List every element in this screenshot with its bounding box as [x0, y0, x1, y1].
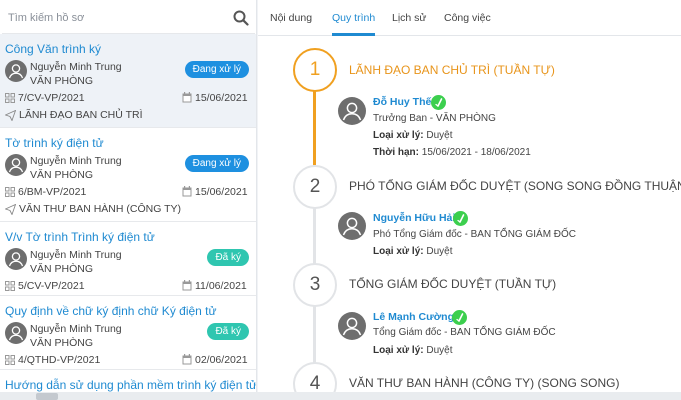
- document-department: VĂN PHÒNG: [30, 337, 94, 349]
- deadline: Thời hạn: 15/06/2021 - 18/06/2021: [373, 147, 531, 158]
- document-title: Hướng dẫn sử dụng phần mềm trình ký điện…: [5, 378, 257, 392]
- step-number: 1: [293, 48, 337, 92]
- tab-workflow[interactable]: Quy trình: [332, 12, 375, 24]
- avatar: [338, 212, 366, 240]
- scrollbar-thumb[interactable]: [36, 393, 58, 400]
- search-input[interactable]: [2, 2, 227, 34]
- search-box: [2, 2, 255, 34]
- app: Công Văn trình ký Nguyễn Minh Trung VĂN …: [0, 0, 681, 400]
- document-item[interactable]: Tờ trình ký điện tử Nguyễn Minh Trung VĂ…: [0, 128, 256, 222]
- document-date: 11/06/2021: [195, 280, 247, 292]
- document-author: Nguyễn Minh Trung: [30, 155, 122, 167]
- process-type: Loại xử lý: Duyệt: [373, 345, 453, 356]
- step-title: VĂN THƯ BAN HÀNH (CÔNG TY) (SONG SONG): [349, 376, 620, 390]
- step-number: 2: [293, 165, 337, 209]
- document-department: VĂN PHÒNG: [30, 169, 94, 181]
- document-current-step: VĂN THƯ BAN HÀNH (CÔNG TY): [19, 203, 182, 215]
- document-code: 6/BM-VP/2021: [18, 186, 87, 198]
- code-icon: [5, 281, 15, 291]
- step-title: LÃNH ĐẠO BAN CHỦ TRÌ (TUẦN TỰ): [349, 63, 555, 77]
- document-author: Nguyễn Minh Trung: [30, 61, 122, 73]
- status-badge: Đã ký: [207, 323, 249, 340]
- document-code: 7/CV-VP/2021: [18, 92, 85, 104]
- active-tab-indicator: [332, 33, 375, 36]
- step-title: PHÓ TỔNG GIÁM ĐỐC DUYỆT (SONG SONG ĐỒNG …: [349, 179, 681, 193]
- calendar-icon: [182, 280, 192, 291]
- document-author: Nguyễn Minh Trung: [30, 323, 122, 335]
- avatar: [5, 60, 27, 82]
- send-icon: [5, 110, 16, 121]
- calendar-icon: [182, 186, 192, 197]
- document-title: Tờ trình ký điện tử: [5, 136, 104, 150]
- send-icon: [5, 204, 16, 215]
- status-badge: Đã ký: [207, 249, 249, 266]
- calendar-icon: [182, 92, 192, 103]
- document-author: Nguyễn Minh Trung: [30, 249, 122, 261]
- document-item[interactable]: Công Văn trình ký Nguyễn Minh Trung VĂN …: [0, 34, 256, 128]
- detail-tabs: Nội dung Quy trình Lịch sử Công việc: [258, 0, 681, 36]
- document-title: Công Văn trình ký: [5, 42, 102, 56]
- document-detail-panel: Nội dung Quy trình Lịch sử Công việc 1 L…: [258, 0, 681, 400]
- document-list-panel: Công Văn trình ký Nguyễn Minh Trung VĂN …: [0, 0, 257, 400]
- tab-tasks[interactable]: Công việc: [444, 12, 491, 24]
- code-icon: [5, 355, 15, 365]
- horizontal-scrollbar[interactable]: [0, 392, 681, 400]
- avatar: [5, 154, 27, 176]
- signed-check-icon: [453, 211, 468, 226]
- avatar: [5, 248, 27, 270]
- approver-role: Phó Tổng Giám đốc - BAN TỔNG GIÁM ĐỐC: [373, 229, 577, 240]
- timeline-line-completed: [313, 90, 316, 165]
- status-badge: Đang xử lý: [184, 155, 249, 172]
- approver-role: Tổng Giám đốc - BAN TỔNG GIÁM ĐỐC: [373, 327, 556, 338]
- tab-history[interactable]: Lịch sử: [392, 12, 426, 24]
- code-icon: [5, 187, 15, 197]
- search-icon[interactable]: [233, 10, 249, 26]
- approver-role: Trưởng Ban - VĂN PHÒNG: [373, 113, 496, 124]
- document-department: VĂN PHÒNG: [30, 263, 94, 275]
- document-item[interactable]: Quy định về chữ ký định chữ Ký điện tử N…: [0, 296, 256, 370]
- tab-content[interactable]: Nội dung: [270, 12, 312, 24]
- document-title: Quy định về chữ ký định chữ Ký điện tử: [5, 304, 217, 318]
- document-date: 15/06/2021: [195, 186, 248, 198]
- avatar: [5, 322, 27, 344]
- approver-name[interactable]: Đỗ Huy Thế: [373, 96, 431, 108]
- document-current-step: LÃNH ĐẠO BAN CHỦ TRÌ: [19, 109, 143, 121]
- document-date: 15/06/2021: [195, 92, 248, 104]
- signed-check-icon: [431, 95, 446, 110]
- approver-name[interactable]: Nguyễn Hữu Hải: [373, 212, 455, 224]
- calendar-icon: [182, 354, 192, 365]
- document-code: 4/QTHD-VP/2021: [18, 354, 101, 366]
- approver-name[interactable]: Lê Mạnh Cường: [373, 311, 454, 323]
- step-title: TỔNG GIÁM ĐỐC DUYỆT (TUẦN TỰ): [349, 277, 557, 291]
- avatar: [338, 312, 366, 340]
- document-title: V/v Tờ trình Trình ký điện tử: [5, 230, 155, 244]
- process-type: Loại xử lý: Duyệt: [373, 246, 453, 257]
- status-badge: Đang xử lý: [184, 61, 249, 78]
- document-date: 02/06/2021: [195, 354, 248, 366]
- document-department: VĂN PHÒNG: [30, 75, 94, 87]
- signed-check-icon: [452, 310, 467, 325]
- document-code: 5/CV-VP/2021: [18, 280, 85, 292]
- process-type: Loại xử lý: Duyệt: [373, 130, 453, 141]
- step-number: 3: [293, 263, 337, 307]
- document-item[interactable]: V/v Tờ trình Trình ký điện tử Nguyễn Min…: [0, 222, 256, 296]
- avatar: [338, 97, 366, 125]
- code-icon: [5, 93, 15, 103]
